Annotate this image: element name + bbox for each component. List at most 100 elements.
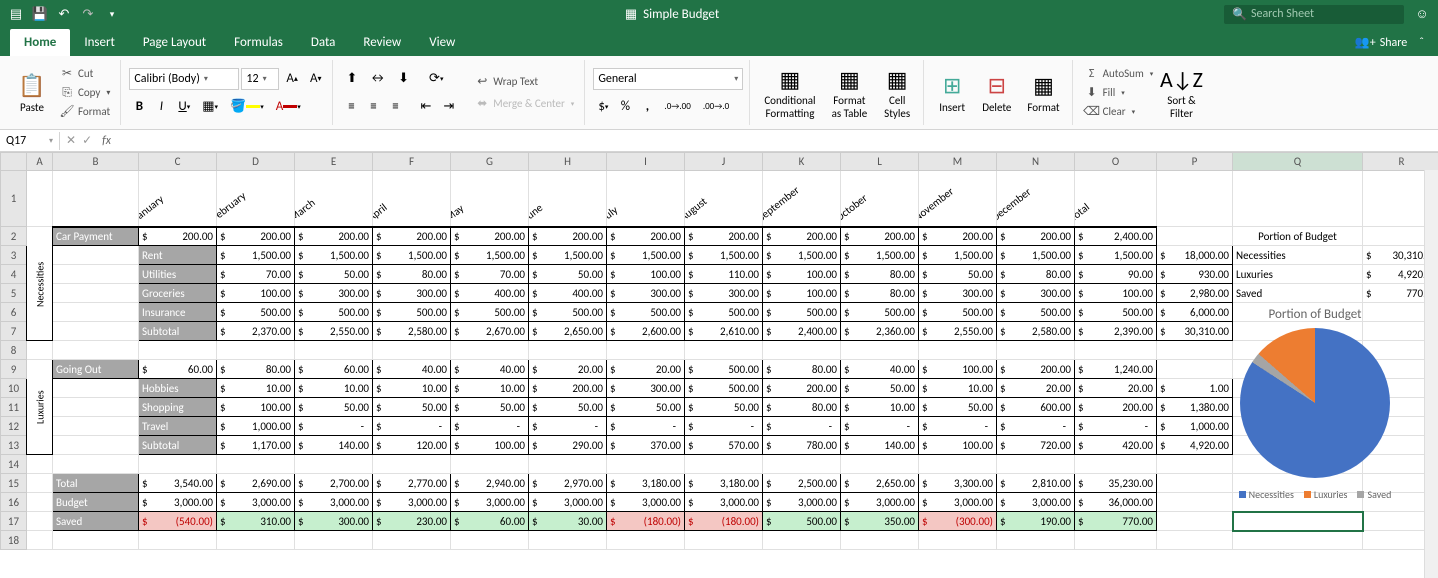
cell[interactable]: $1,500.00 xyxy=(295,246,373,265)
cell[interactable]: $600.00 xyxy=(997,398,1075,417)
percent-format-button[interactable]: % xyxy=(615,96,635,118)
cell[interactable]: $80.00 xyxy=(373,265,451,284)
cell[interactable]: $40.00 xyxy=(373,360,451,379)
cell[interactable]: $100.00 xyxy=(217,284,295,303)
cell[interactable]: Luxuries xyxy=(27,360,53,455)
redo-icon[interactable]: ↷ xyxy=(80,6,96,22)
cell[interactable]: $1,500.00 xyxy=(373,246,451,265)
save-icon[interactable]: 💾 xyxy=(32,6,48,22)
cell[interactable]: $60.00 xyxy=(451,512,529,531)
cell[interactable]: Travel xyxy=(139,417,217,436)
column-header[interactable]: R xyxy=(1363,153,1438,171)
cell[interactable]: $40.00 xyxy=(451,360,529,379)
font-name-combo[interactable]: Calibri (Body)▾ xyxy=(129,68,239,90)
cell[interactable] xyxy=(919,455,997,474)
cell[interactable] xyxy=(139,455,217,474)
tab-review[interactable]: Review xyxy=(349,29,415,56)
row-header[interactable]: 14 xyxy=(1,455,27,474)
cell[interactable] xyxy=(919,531,997,550)
cell[interactable]: $3,180.00 xyxy=(685,474,763,493)
cell[interactable]: $500.00 xyxy=(373,303,451,322)
cell[interactable]: $1,500.00 xyxy=(451,246,529,265)
cell[interactable]: $20.00 xyxy=(607,360,685,379)
cell[interactable] xyxy=(529,531,607,550)
cell[interactable]: $10.00 xyxy=(295,379,373,398)
tab-formulas[interactable]: Formulas xyxy=(220,29,297,56)
cell[interactable]: $2,370.00 xyxy=(217,322,295,341)
cell[interactable]: $80.00 xyxy=(997,265,1075,284)
cell[interactable]: $2,650.00 xyxy=(529,322,607,341)
cell[interactable]: October xyxy=(841,171,919,227)
cell[interactable] xyxy=(1157,512,1233,531)
row-header[interactable]: 8 xyxy=(1,341,27,360)
cell[interactable] xyxy=(451,455,529,474)
cell[interactable]: $300.00 xyxy=(373,284,451,303)
decrease-decimal-button[interactable]: .00→.0 xyxy=(698,96,734,118)
cell[interactable]: $140.00 xyxy=(295,436,373,455)
cell[interactable]: $300.00 xyxy=(919,284,997,303)
cell[interactable]: July xyxy=(607,171,685,227)
cell[interactable]: $- xyxy=(919,417,997,436)
sidebar-toggle-icon[interactable]: ▤ xyxy=(8,6,24,22)
cell[interactable]: June xyxy=(529,171,607,227)
collapse-ribbon-icon[interactable]: ˆ xyxy=(1419,36,1424,50)
name-box[interactable]: Q17 ▾ xyxy=(0,132,60,150)
cell[interactable] xyxy=(27,531,53,550)
cell[interactable]: $100.00 xyxy=(217,398,295,417)
cell[interactable]: $3,000.00 xyxy=(763,493,841,512)
cell[interactable]: $1,240.00 xyxy=(1075,360,1157,379)
undo-icon[interactable]: ↶ xyxy=(56,6,72,22)
column-header[interactable]: E xyxy=(295,153,373,171)
cell[interactable]: Luxuries xyxy=(1233,265,1363,284)
cell[interactable]: $80.00 xyxy=(841,284,919,303)
cell[interactable]: $500.00 xyxy=(295,303,373,322)
row-header[interactable]: 10 xyxy=(1,379,27,398)
copy-button[interactable]: ⎘Copy▾ xyxy=(56,85,114,101)
font-size-combo[interactable]: 12▾ xyxy=(241,68,279,90)
cell[interactable] xyxy=(763,455,841,474)
cell[interactable] xyxy=(217,341,295,360)
cell[interactable] xyxy=(53,398,139,417)
cell[interactable]: $3,180.00 xyxy=(607,474,685,493)
increase-decimal-button[interactable]: .0→.00 xyxy=(659,96,695,118)
cell[interactable]: $50.00 xyxy=(295,398,373,417)
cell[interactable]: $720.00 xyxy=(997,436,1075,455)
cell[interactable] xyxy=(607,531,685,550)
cell[interactable]: $(180.00) xyxy=(607,512,685,531)
cell[interactable]: $2,360.00 xyxy=(841,322,919,341)
cell[interactable]: $100.00 xyxy=(763,284,841,303)
cell[interactable]: $35,230.00 xyxy=(1075,474,1157,493)
cell[interactable] xyxy=(1233,171,1363,227)
format-as-table-button[interactable]: ▦Format as Table xyxy=(826,63,874,121)
wrap-text-button[interactable]: ↩Wrap Text xyxy=(471,74,578,90)
cell[interactable]: January xyxy=(139,171,217,227)
cell[interactable]: $70.00 xyxy=(217,265,295,284)
cell[interactable]: Saved xyxy=(53,512,139,531)
cell[interactable]: $- xyxy=(529,417,607,436)
cell[interactable] xyxy=(1233,512,1363,531)
cell[interactable]: $3,000.00 xyxy=(919,493,997,512)
cell[interactable]: $2,770.00 xyxy=(373,474,451,493)
cell[interactable]: $2,940.00 xyxy=(451,474,529,493)
tab-insert[interactable]: Insert xyxy=(70,29,129,56)
cell[interactable]: $350.00 xyxy=(841,512,919,531)
cell[interactable]: $(180.00) xyxy=(685,512,763,531)
cell[interactable] xyxy=(53,284,139,303)
search-sheet-input[interactable]: 🔍 Search Sheet xyxy=(1224,5,1404,24)
cell[interactable] xyxy=(27,171,53,227)
column-header[interactable]: M xyxy=(919,153,997,171)
cell[interactable] xyxy=(1075,341,1157,360)
cell[interactable]: $780.00 xyxy=(763,436,841,455)
cell[interactable]: September xyxy=(763,171,841,227)
cell[interactable]: $2,400.00 xyxy=(1075,227,1157,246)
align-center-button[interactable]: ≡ xyxy=(363,96,383,118)
cell[interactable] xyxy=(841,341,919,360)
cell[interactable]: $200.00 xyxy=(295,227,373,246)
cell[interactable]: $- xyxy=(295,417,373,436)
cell[interactable]: $3,000.00 xyxy=(373,493,451,512)
cell[interactable]: $10.00 xyxy=(841,398,919,417)
accounting-format-button[interactable]: $▾ xyxy=(593,96,613,118)
cell[interactable]: February xyxy=(217,171,295,227)
cell[interactable]: $300.00 xyxy=(295,512,373,531)
cell[interactable]: $500.00 xyxy=(607,303,685,322)
